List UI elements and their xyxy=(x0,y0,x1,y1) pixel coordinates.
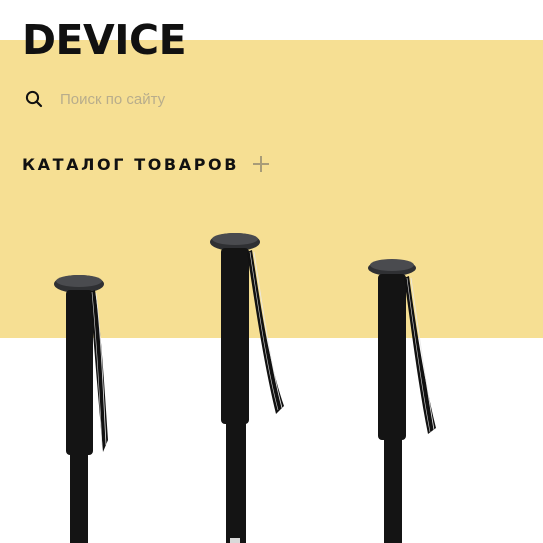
monopod-left xyxy=(54,275,108,543)
product-image xyxy=(54,233,436,543)
monopod-right xyxy=(368,259,436,543)
monopod-center xyxy=(210,233,284,543)
